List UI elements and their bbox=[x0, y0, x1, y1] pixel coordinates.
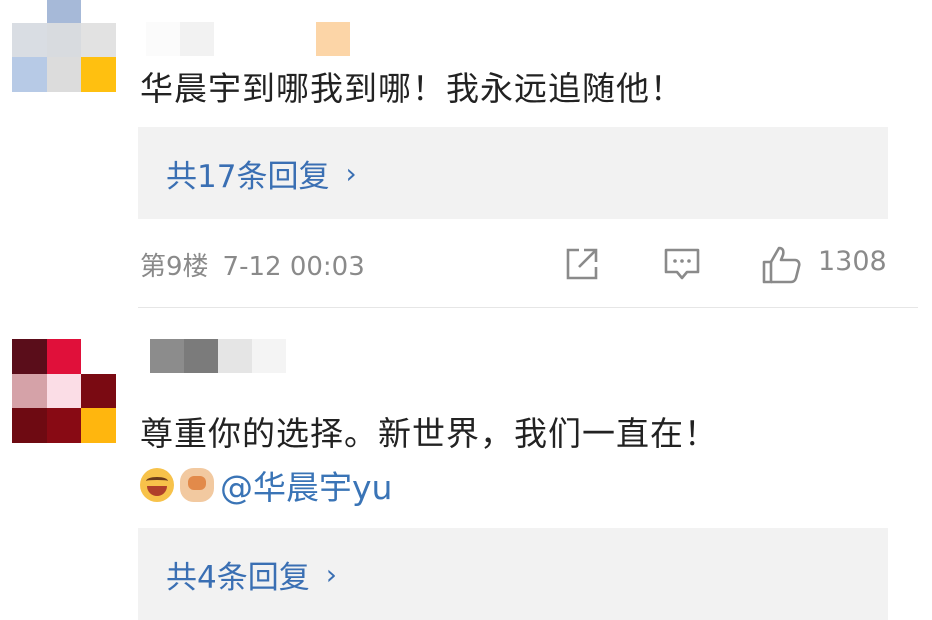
like-count: 1308 bbox=[818, 246, 887, 277]
comment-meta: 第9楼 7-12 00:03 bbox=[140, 246, 365, 283]
comment-item: 华晨宇到哪我到哪！我永远追随他！ 共17条回复 › 第9楼 7-12 00:03 … bbox=[0, 0, 932, 308]
view-replies-button[interactable]: 共17条回复 › bbox=[138, 127, 888, 219]
avatar-pixel bbox=[46, 22, 82, 58]
username-pixel bbox=[252, 339, 286, 373]
avatar-pixel bbox=[12, 408, 47, 443]
floor-number: 第9楼 bbox=[140, 252, 209, 282]
avatar-pixel bbox=[81, 0, 116, 23]
view-replies-button[interactable]: 共4条回复 › bbox=[138, 528, 888, 620]
username-pixel bbox=[180, 22, 214, 56]
avatar-pixel bbox=[46, 339, 82, 374]
username-blurred[interactable] bbox=[150, 339, 286, 373]
chevron-right-icon: › bbox=[325, 557, 337, 591]
avatar[interactable] bbox=[12, 0, 116, 92]
laugh-cry-emoji-icon bbox=[140, 468, 174, 502]
username-pixel bbox=[282, 22, 316, 56]
username-pixel bbox=[146, 22, 180, 56]
comment-text-line2: @华晨宇yu bbox=[140, 465, 392, 507]
username-pixel bbox=[184, 339, 218, 373]
username-pixel bbox=[248, 22, 282, 56]
avatar-pixel bbox=[81, 339, 116, 374]
username-blurred[interactable] bbox=[146, 22, 350, 56]
avatar-pixel bbox=[46, 373, 82, 409]
avatar-pixel bbox=[81, 408, 116, 443]
avatar-pixel bbox=[12, 57, 47, 92]
comment-text: 尊重你的选择。新世界，我们一直在！ bbox=[140, 414, 718, 453]
username-pixel bbox=[214, 22, 248, 56]
avatar-pixel bbox=[46, 57, 82, 92]
avatar-pixel bbox=[12, 373, 47, 409]
username-pixel bbox=[218, 339, 252, 373]
username-pixel bbox=[316, 22, 350, 56]
avatar-pixel bbox=[46, 0, 82, 23]
avatar-pixel bbox=[46, 408, 82, 443]
avatar-pixel bbox=[12, 339, 47, 374]
avatar-pixel bbox=[81, 57, 116, 92]
replies-label: 共17条回复 bbox=[166, 158, 330, 195]
replies-label: 共4条回复 bbox=[166, 559, 310, 596]
fist-emoji-icon bbox=[180, 468, 214, 502]
share-icon[interactable] bbox=[562, 244, 602, 284]
mention-link[interactable]: @华晨宇yu bbox=[220, 461, 392, 509]
comment-icon[interactable] bbox=[662, 244, 702, 284]
comment-item: 尊重你的选择。新世界，我们一直在！ @华晨宇yu 共4条回复 › bbox=[0, 309, 932, 620]
chevron-right-icon: › bbox=[345, 156, 357, 190]
avatar-pixel bbox=[12, 22, 47, 58]
username-pixel bbox=[150, 339, 184, 373]
comment-text: 华晨宇到哪我到哪！我永远追随他！ bbox=[140, 69, 684, 108]
avatar-pixel bbox=[12, 0, 47, 23]
avatar-pixel bbox=[81, 373, 116, 409]
avatar[interactable] bbox=[12, 339, 116, 443]
divider bbox=[138, 307, 918, 308]
avatar-pixel bbox=[81, 22, 116, 58]
timestamp: 7-12 00:03 bbox=[222, 252, 365, 282]
thumbs-up-icon[interactable] bbox=[760, 244, 804, 286]
